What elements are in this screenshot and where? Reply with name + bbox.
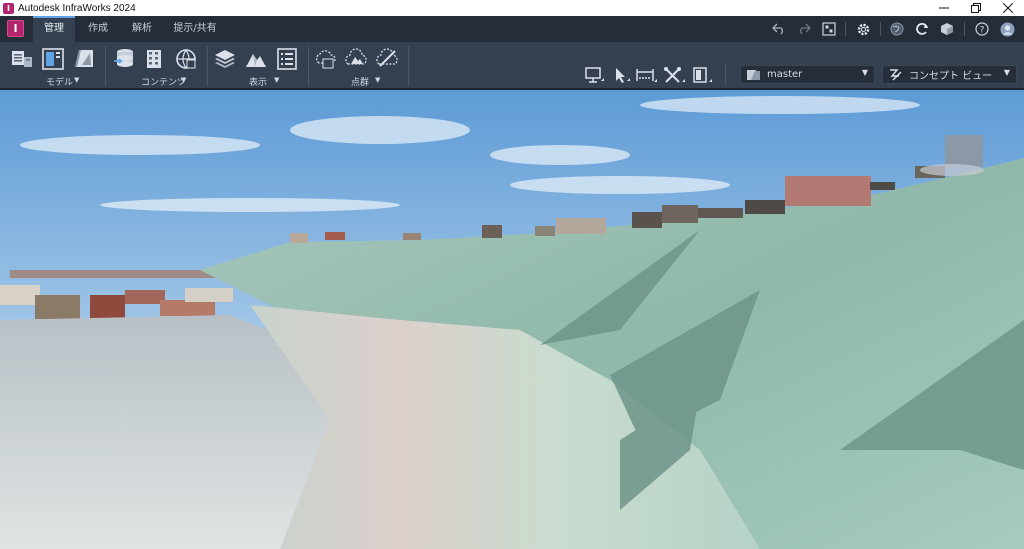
terrain-button[interactable]	[245, 48, 267, 70]
group-point-cloud-expand-icon[interactable]: ▼	[375, 76, 380, 84]
model-explorer-icon	[822, 22, 836, 36]
point-cloud-edit-icon	[376, 48, 398, 67]
cloud-button[interactable]	[939, 21, 955, 37]
window-title: Autodesk InfraWorks 2024	[18, 2, 136, 14]
model-panel-button[interactable]	[42, 48, 64, 70]
visual-style-value: コンセプト ビュー	[909, 71, 993, 82]
select-button[interactable]	[609, 65, 631, 85]
data-sources-icon	[114, 49, 133, 67]
visual-style-dropdown[interactable]: コンセプト ビュー ▼	[882, 65, 1017, 84]
group-display-expand-icon[interactable]: ▼	[274, 76, 279, 84]
minimize-icon	[939, 7, 949, 9]
settings-button[interactable]	[855, 21, 871, 37]
presentation-icon	[585, 67, 604, 83]
clip-icon	[664, 67, 685, 83]
point-cloud-button[interactable]	[314, 48, 336, 70]
globe-icon	[890, 22, 904, 36]
building-button[interactable]	[144, 48, 166, 70]
model-panel-icon	[42, 48, 64, 70]
restore-icon	[971, 3, 981, 13]
application-menu-button[interactable]: I	[7, 20, 24, 37]
measure-icon	[636, 69, 657, 82]
undo-button[interactable]	[771, 21, 787, 37]
group-content-expand-icon[interactable]: ▼	[181, 76, 186, 84]
group-label-content: コンテンツ	[141, 78, 187, 88]
group-model-expand-icon[interactable]: ▼	[74, 76, 79, 84]
close-button[interactable]	[992, 0, 1024, 16]
surface-layers-icon	[215, 50, 235, 68]
separator	[964, 22, 965, 36]
building-icon	[147, 50, 161, 68]
sync-button[interactable]	[914, 21, 930, 37]
point-cloud-icon	[315, 50, 336, 69]
presentation-button[interactable]	[583, 65, 605, 85]
separator	[845, 22, 846, 36]
styles-button[interactable]	[175, 48, 197, 70]
sync-icon	[916, 23, 928, 35]
tab-analyze[interactable]: 解析	[124, 16, 160, 42]
list-icon	[277, 48, 297, 70]
model-properties-icon	[12, 51, 32, 67]
globe-button[interactable]	[889, 21, 905, 37]
group-label-display: 表示	[249, 78, 268, 88]
group-label-point-cloud: 点群	[351, 78, 370, 88]
measure-button[interactable]	[635, 65, 657, 85]
model-explorer-button[interactable]	[821, 21, 837, 37]
ribbon: モデル ▼ コンテンツ ▼ 表示 ▼ 点群 ▼ master ▼ コンセプト ビ…	[0, 42, 1024, 90]
point-cloud-edit-button[interactable]	[376, 48, 398, 70]
chevron-down-icon: ▼	[1003, 68, 1010, 77]
proposal-icon	[747, 70, 760, 80]
title-bar: I Autodesk InfraWorks 2024	[0, 0, 1024, 16]
clip-button[interactable]	[663, 65, 685, 85]
restore-button[interactable]	[960, 0, 992, 16]
view-icon	[693, 67, 712, 83]
user-account-button[interactable]	[999, 21, 1015, 37]
separator	[207, 46, 208, 86]
visual-style-icon	[890, 69, 902, 81]
separator	[880, 22, 881, 36]
close-icon	[1003, 3, 1013, 13]
group-label-model: モデル	[46, 78, 74, 88]
svg-text:?: ?	[980, 26, 985, 36]
tab-manage[interactable]: 管理	[33, 16, 75, 42]
model-book-icon	[75, 50, 93, 67]
proposal-dropdown[interactable]: master ▼	[740, 65, 875, 84]
list-button[interactable]	[276, 48, 298, 70]
separator	[105, 46, 106, 86]
surface-layers-button[interactable]	[214, 48, 236, 70]
model-book-button[interactable]	[73, 48, 95, 70]
3d-viewport[interactable]	[0, 90, 1024, 549]
proposal-value: master	[767, 69, 803, 80]
app-logo-icon: I	[3, 2, 14, 14]
help-icon: ?	[975, 22, 989, 36]
user-avatar-icon	[1000, 22, 1014, 36]
data-sources-button[interactable]	[113, 48, 135, 70]
model-properties-button[interactable]	[11, 48, 33, 70]
tab-create[interactable]: 作成	[80, 16, 116, 42]
undo-icon	[772, 23, 783, 35]
minimize-button[interactable]	[928, 0, 960, 16]
separator	[408, 46, 409, 86]
point-cloud-terrain-button[interactable]	[345, 48, 367, 70]
chevron-down-icon: ▼	[861, 68, 868, 77]
settings-icon	[857, 23, 869, 35]
help-button[interactable]: ?	[974, 21, 990, 37]
tab-present-share[interactable]: 提示/共有	[170, 16, 220, 42]
point-cloud-terrain-icon	[345, 48, 367, 65]
view-button[interactable]	[691, 65, 713, 85]
separator	[308, 46, 309, 86]
redo-icon	[800, 23, 811, 35]
terrain-icon	[246, 54, 266, 67]
styles-icon	[176, 49, 196, 69]
menu-bar: I 管理 作成 解析 提示/共有 ?	[0, 16, 1024, 42]
redo-button[interactable]	[796, 21, 812, 37]
terrain-scene[interactable]	[0, 90, 1024, 549]
cloud-icon	[941, 23, 953, 35]
select-icon	[616, 68, 630, 83]
separator	[725, 64, 726, 86]
